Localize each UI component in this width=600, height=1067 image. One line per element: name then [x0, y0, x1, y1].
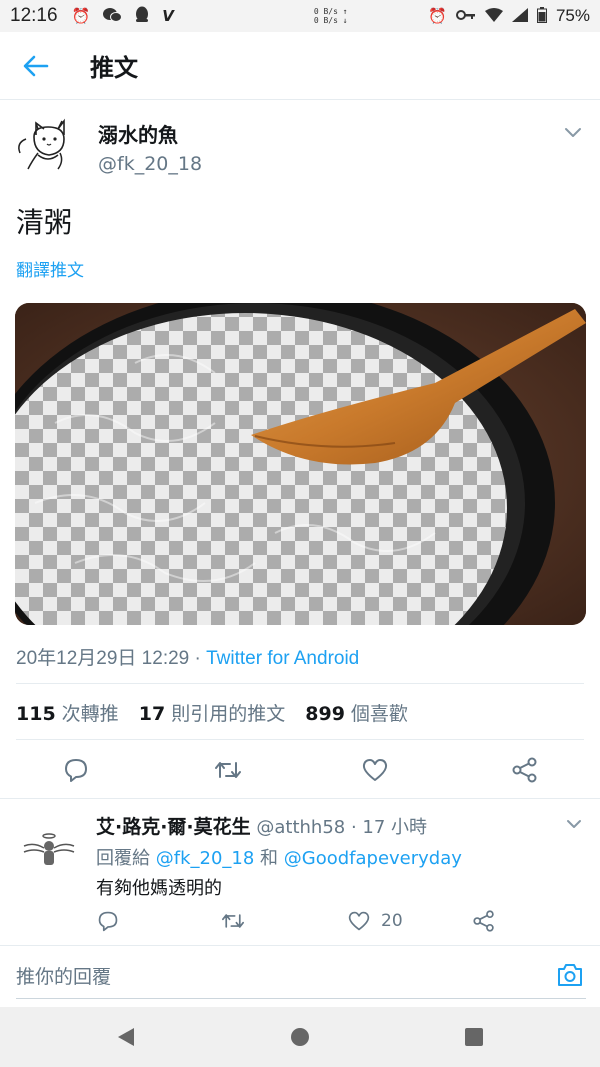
retweet-icon [222, 914, 244, 928]
reply-menu-button[interactable] [564, 814, 584, 834]
battery-icon [536, 6, 547, 26]
reply-tweet[interactable]: 艾·路克·爾·莫花生 @atthh58 · 17 小時 回覆給 @fk_20_1… [0, 800, 600, 945]
share-button[interactable] [510, 755, 540, 785]
likes-stat[interactable]: 899 個喜歡 [305, 703, 408, 725]
reply-header: 艾·路克·爾·莫花生 @atthh58 · 17 小時 [96, 812, 427, 839]
tweet-timestamp: 20年12月29日 12:29 · [16, 648, 207, 669]
input-underline [16, 998, 586, 999]
heart-icon [348, 911, 370, 931]
signal-icon [511, 7, 528, 25]
chevron-down-icon [565, 128, 581, 137]
reply-text: 有夠他媽透明的 [96, 878, 222, 899]
triangle-back-icon [118, 1028, 134, 1046]
translate-tweet-link[interactable]: 翻譯推文 [16, 256, 84, 281]
divider [0, 798, 600, 799]
wifi-icon [484, 7, 503, 25]
nav-home-button[interactable] [288, 1025, 312, 1049]
reply-like-button[interactable]: 20 [347, 908, 403, 934]
reply-reply-button[interactable] [97, 908, 119, 934]
status-time: 12:16 [10, 5, 58, 26]
circle-home-icon [291, 1028, 309, 1046]
reply-button[interactable] [61, 755, 91, 785]
network-speed: 0 B/s ↑ 0 B/s ↓ [313, 7, 348, 25]
retweet-button[interactable] [213, 755, 243, 785]
retweets-stat[interactable]: 115 次轉推 [16, 703, 119, 725]
key-icon [455, 9, 476, 24]
tweet: 溺水的魚 @fk_20_18 清粥 翻譯推文 20年12月29日 12:29 ·… [0, 101, 600, 783]
reply-handle-time: @atthh58 · 17 小時 [250, 817, 428, 838]
android-nav-bar [0, 1007, 600, 1067]
nav-back-button[interactable] [114, 1025, 138, 1049]
page-title: 推文 [90, 54, 138, 82]
replying-to: 回覆給 @fk_20_18 和 @Goodfapeveryday [96, 848, 462, 869]
tweet-source-link[interactable]: Twitter for Android [206, 648, 359, 669]
like-button[interactable] [360, 755, 390, 785]
wechat-icon [102, 7, 123, 26]
reply-input[interactable]: 推你的回覆 [16, 962, 111, 989]
camera-button[interactable] [556, 962, 584, 988]
reply-actions: 20 [0, 908, 600, 938]
alarm-icon: ⏰ [428, 6, 447, 25]
reply-composer: 推你的回覆 [0, 945, 600, 1005]
retweet-icon [215, 762, 241, 778]
quotes-stat[interactable]: 17 則引用的推文 [139, 703, 285, 725]
tweet-menu-button[interactable] [562, 121, 584, 143]
reply-share-button[interactable] [472, 908, 496, 934]
mention-link[interactable]: @Goodfapeveryday [284, 848, 462, 869]
camera-icon [558, 964, 582, 986]
reply-retweet-button[interactable] [221, 908, 245, 934]
tweet-stats: 115 次轉推 17 則引用的推文 899 個喜歡 [16, 699, 422, 726]
qq-icon [134, 6, 150, 27]
vpn-icon: V [162, 6, 174, 25]
porridge-image [15, 303, 586, 625]
reply-avatar[interactable] [20, 832, 78, 868]
tweet-actions [0, 749, 600, 789]
author-name[interactable]: 溺水的魚 [98, 119, 178, 148]
tweet-text: 清粥 [16, 206, 73, 239]
mention-link[interactable]: @fk_20_18 [156, 848, 255, 869]
arrow-left-icon [23, 55, 49, 76]
comment-icon [65, 759, 87, 782]
comment-icon [98, 911, 118, 932]
nav-recents-button[interactable] [462, 1025, 486, 1049]
reply-like-count: 20 [381, 911, 403, 931]
divider [16, 739, 584, 740]
tweet-image[interactable] [15, 303, 586, 625]
heart-icon [362, 759, 388, 781]
battery-percent: 75% [555, 6, 590, 25]
app-header: 推文 [0, 32, 600, 100]
tweet-author-row: 溺水的魚 @fk_20_18 [0, 101, 600, 185]
reply-author-name[interactable]: 艾·路克·爾·莫花生 [96, 816, 251, 838]
back-button[interactable] [0, 32, 72, 100]
author-handle[interactable]: @fk_20_18 [98, 153, 202, 175]
divider [16, 683, 584, 684]
share-icon [473, 910, 494, 932]
avatar[interactable] [14, 113, 76, 175]
tweet-meta: 20年12月29日 12:29 · Twitter for Android [16, 643, 359, 670]
status-bar: 12:16 ⏰ V 0 B/s ↑ 0 B/s ↓ ⏰ 75% [0, 0, 600, 32]
alarm-icon: ⏰ [71, 6, 91, 25]
square-recents-icon [465, 1028, 483, 1046]
share-icon [512, 757, 537, 783]
chevron-down-icon [567, 820, 581, 828]
